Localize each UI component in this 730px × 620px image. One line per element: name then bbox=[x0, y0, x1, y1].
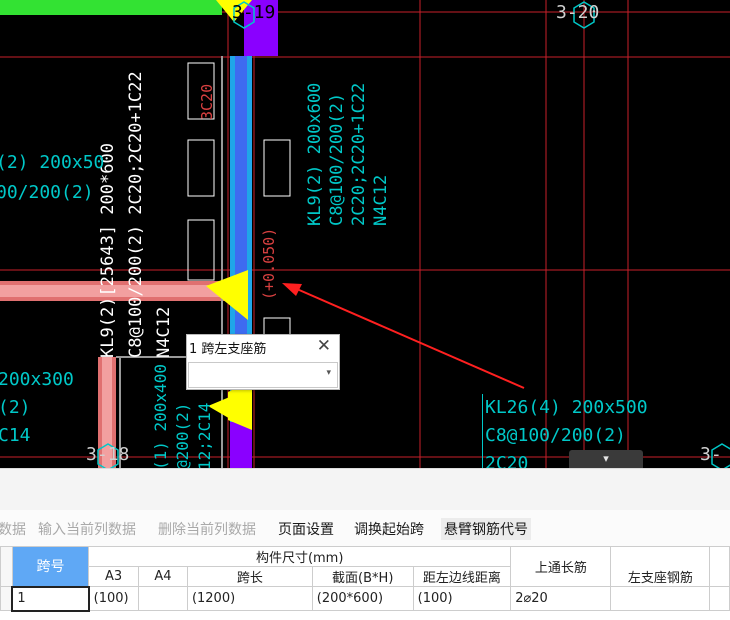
axis-label-3-2: 3-2 bbox=[700, 444, 722, 468]
toolbar-input-column-button[interactable]: 输入当前列数据 bbox=[38, 519, 136, 539]
header-left-rebar: 左支座钢筋 bbox=[610, 546, 711, 587]
cell-section[interactable]: (200*600) bbox=[311, 586, 414, 611]
collapse-panel-button[interactable]: ▾ bbox=[569, 450, 643, 468]
header-dimensions: 构件尺寸(mm) bbox=[88, 546, 512, 567]
rebar-table: 跨号 构件尺寸(mm) 上通长筋 左支座钢筋 A3 A4 跨长 截面(B*H) … bbox=[0, 546, 730, 612]
beam-label-left-clipped: (2) 200x50 00/200(2) bbox=[0, 152, 105, 203]
dropdown-caret-icon[interactable]: ▾ bbox=[326, 368, 331, 378]
beam-label-kl9-selected: KL9(2)[25643] 200*600 C8@100/200(2) 2C20… bbox=[98, 71, 174, 358]
rebar-input-popup[interactable]: 1 跨左支座筋 ✕ ▾ bbox=[186, 334, 340, 390]
header-a3: A3 bbox=[88, 566, 139, 587]
header-left-offset: 距左边线距离 bbox=[412, 566, 512, 587]
rebar-text-3c20: 3C20 bbox=[198, 83, 216, 120]
column-bottom[interactable] bbox=[230, 422, 252, 468]
elevation-text: (+0.050) bbox=[260, 227, 278, 300]
toolbar-swap-start-span-button[interactable]: 调换起始跨 bbox=[354, 519, 424, 539]
panel-header-strip bbox=[0, 468, 730, 511]
cell-extra[interactable] bbox=[709, 586, 730, 611]
header-span-no[interactable]: 跨号 bbox=[11, 546, 90, 587]
axis-label-3-20: 3-20 bbox=[556, 2, 600, 23]
cell-left-offset[interactable]: (100) bbox=[412, 586, 512, 611]
cad-drawing-canvas[interactable]: 3-20 3-19 3-18 3-2 3C20 KL9(2) 200x600 C… bbox=[0, 0, 730, 468]
toolbar-delete-column-button[interactable]: 删除当前列数据 bbox=[158, 519, 256, 539]
close-icon[interactable]: ✕ bbox=[317, 336, 331, 356]
axis-label-3-18: 3-18 bbox=[86, 444, 130, 465]
axis-label-3-19: 3-19 bbox=[232, 2, 276, 23]
cell-top-rebar[interactable]: 2⌀20 bbox=[510, 586, 612, 611]
cell-left-rebar[interactable] bbox=[610, 586, 711, 611]
header-section: 截面(B*H) bbox=[311, 566, 414, 587]
toolbar-data-button[interactable]: 数据 bbox=[0, 519, 26, 539]
header-top-rebar: 上通长筋 bbox=[510, 546, 612, 587]
cell-span-length[interactable]: (1200) bbox=[186, 586, 313, 611]
green-beam[interactable] bbox=[0, 0, 222, 15]
toolbar-cantilever-code-button[interactable]: 悬臂钢筋代号 bbox=[441, 518, 531, 540]
table-toolbar: 数据 输入当前列数据 删除当前列数据 页面设置 调换起始跨 悬臂钢筋代号 bbox=[0, 510, 730, 547]
beam-label-left-bottom: 200x300 (2) C14 bbox=[0, 369, 74, 446]
header-a4: A4 bbox=[137, 566, 188, 587]
row-gutter bbox=[0, 586, 13, 611]
header-span-length: 跨长 bbox=[186, 566, 313, 587]
cell-a3[interactable]: (100) bbox=[88, 586, 139, 611]
cell-span-no[interactable]: 1 bbox=[11, 585, 90, 612]
toolbar-page-setup-button[interactable]: 页面设置 bbox=[278, 519, 334, 539]
popup-title: 1 跨左支座筋 bbox=[189, 342, 267, 357]
header-extra bbox=[709, 546, 730, 587]
cell-a4[interactable] bbox=[137, 586, 188, 611]
rebar-select[interactable]: ▾ bbox=[188, 362, 338, 388]
beam-label-kl9: KL9(2) 200x600 C8@100/200(2) 2C20;2C20+1… bbox=[305, 82, 391, 226]
row-gutter bbox=[0, 546, 13, 587]
